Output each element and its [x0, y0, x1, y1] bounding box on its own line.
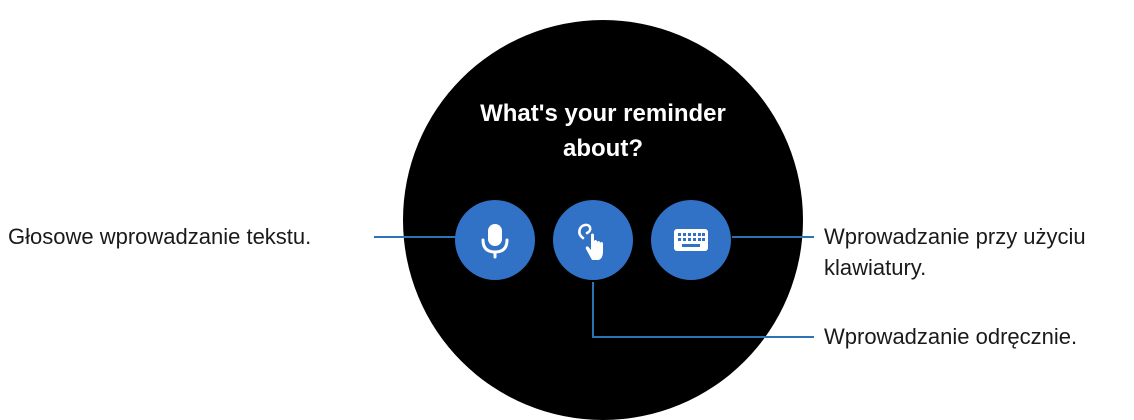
voice-input-label: Głosowe wprowadzanie tekstu. — [8, 224, 312, 249]
hand-drawing-icon — [578, 223, 603, 260]
keyboard-input-label-line2: klawiatury. — [824, 255, 927, 280]
microphone-icon — [481, 224, 509, 259]
reminder-prompt: What's your reminder about? — [480, 100, 726, 162]
keyboard-icon — [674, 229, 708, 251]
watch-face: What's your reminder about? — [403, 20, 803, 420]
handwriting-leader-line-horizontal — [592, 336, 814, 338]
handwriting-leader-line-vertical — [592, 282, 594, 338]
keyboard-leader-line — [732, 236, 814, 238]
voice-leader-line — [374, 236, 456, 238]
voice-input-button[interactable] — [455, 200, 535, 280]
handwriting-input-label: Wprowadzanie odręcznie. — [824, 324, 1078, 349]
keyboard-input-button[interactable] — [651, 200, 731, 280]
handwriting-input-button[interactable] — [553, 200, 633, 280]
keyboard-input-label-line1: Wprowadzanie przy użyciu — [824, 224, 1086, 249]
